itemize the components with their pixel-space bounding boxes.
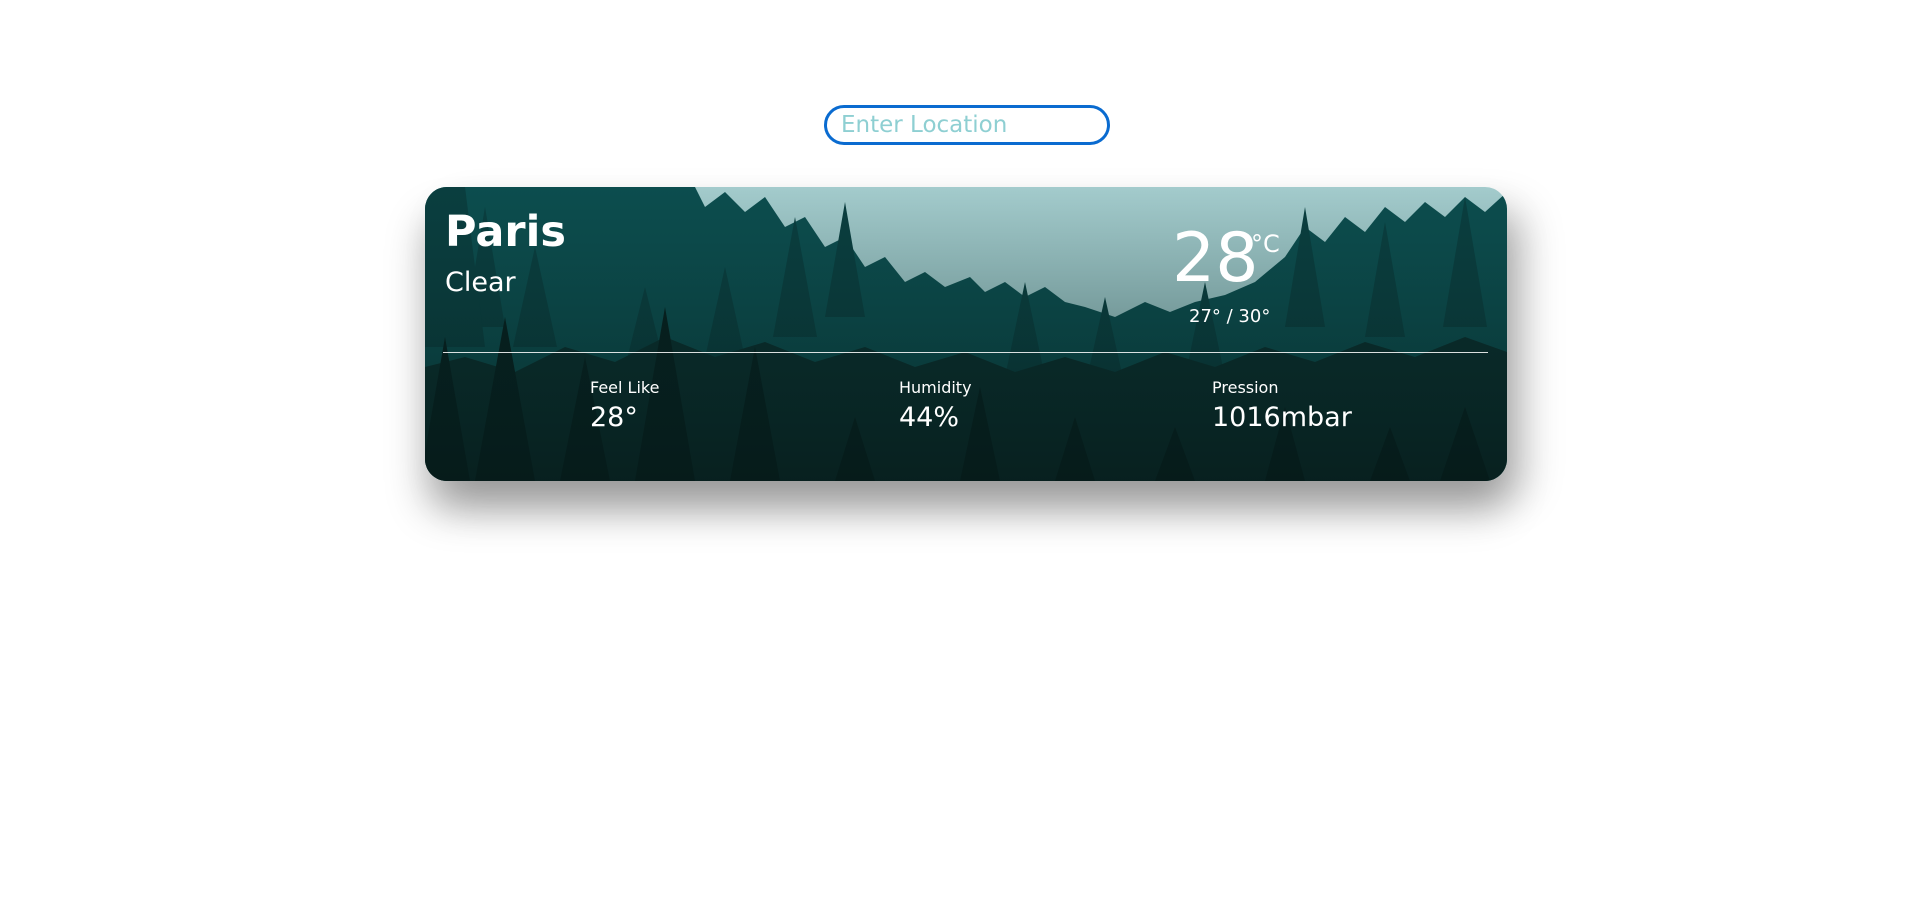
temperature-range: 27° / 30° (1189, 306, 1271, 327)
divider (443, 352, 1488, 353)
stat-feel-like: Feel Like 28° (590, 378, 660, 433)
current-temperature: 28 (1172, 219, 1259, 298)
stat-label: Humidity (899, 378, 972, 397)
stat-humidity: Humidity 44% (899, 378, 972, 433)
weather-condition: Clear (445, 267, 516, 298)
stat-pressure: Pression 1016mbar (1212, 378, 1352, 433)
forest-background-image (425, 187, 1507, 481)
stat-value: 1016mbar (1212, 402, 1352, 433)
stat-label: Feel Like (590, 378, 660, 397)
stat-label: Pression (1212, 378, 1279, 397)
temperature-unit: °C (1251, 230, 1280, 258)
city-name: Paris (445, 207, 566, 257)
stat-value: 28° (590, 402, 638, 433)
location-search-input[interactable] (824, 105, 1110, 145)
search-container (824, 105, 1110, 145)
stat-value: 44% (899, 402, 960, 433)
page: Paris Clear 28 °C 27° / 30° Feel Like 28… (0, 0, 1920, 922)
weather-card: Paris Clear 28 °C 27° / 30° Feel Like 28… (425, 187, 1507, 481)
